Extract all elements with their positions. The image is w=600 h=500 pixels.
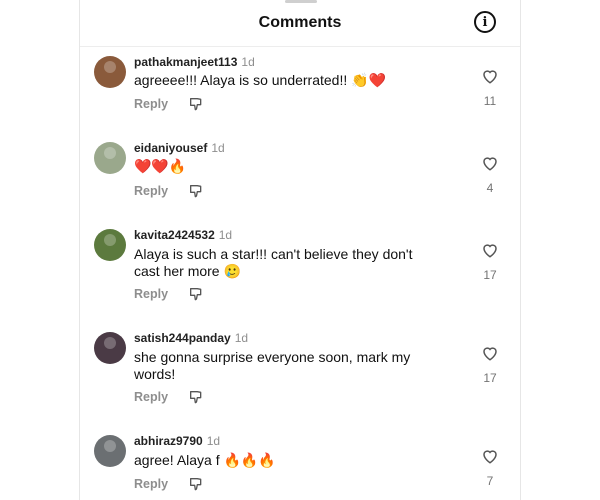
comment-actions: Reply [134, 476, 204, 492]
comment-text: ❤️❤️🔥 [134, 158, 187, 174]
comment-actions: Reply [134, 96, 204, 112]
like-control: 11 [478, 67, 502, 108]
dislike-icon[interactable] [188, 389, 204, 405]
like-count: 17 [483, 371, 497, 385]
background-left [0, 0, 80, 500]
comments-header: Comments i [80, 0, 520, 47]
reply-button[interactable]: Reply [134, 184, 168, 198]
background-right [520, 0, 600, 500]
comment-item: pathakmanjeet113 1d agreeee!!! Alaya is s… [80, 55, 520, 135]
comment-actions: Reply [134, 183, 204, 199]
comment-actions: Reply [134, 286, 204, 302]
info-icon[interactable]: i [474, 11, 496, 33]
avatar[interactable] [94, 229, 126, 261]
reply-button[interactable]: Reply [134, 477, 168, 491]
timestamp: 1d [241, 55, 255, 69]
username[interactable]: abhiraz9790 [134, 434, 203, 448]
comment-text: she gonna surprise everyone soon, mark m… [134, 349, 411, 382]
comment-item: kavita2424532 1d Alaya is such a star!!! … [80, 228, 520, 318]
timestamp: 1d [234, 331, 249, 345]
dislike-icon[interactable] [188, 96, 204, 112]
heart-icon[interactable] [481, 447, 499, 465]
like-count: 17 [483, 268, 497, 282]
comment-item: abhiraz9790 1d agree! Alaya f 🔥🔥🔥 Reply 7 [80, 434, 520, 500]
comment-meta: satish244panday 1d [134, 331, 248, 345]
avatar[interactable] [94, 332, 126, 364]
username[interactable]: eidaniyousef [134, 141, 207, 155]
avatar[interactable] [94, 142, 126, 174]
like-count: 4 [486, 181, 494, 195]
comment-actions: Reply [134, 389, 204, 405]
timestamp: 1d [206, 434, 221, 448]
username[interactable]: pathakmanjeet113 [134, 55, 237, 69]
like-control: 17 [478, 344, 502, 385]
timestamp: 1d [218, 228, 233, 242]
heart-icon[interactable] [481, 344, 499, 362]
comment-item: satish244panday 1d she gonna surprise eve… [80, 331, 520, 421]
username[interactable]: satish244panday [134, 331, 231, 345]
comment-meta: pathakmanjeet113 1d [134, 55, 255, 69]
reply-button[interactable]: Reply [134, 97, 168, 111]
like-control: 7 [478, 447, 502, 488]
comment-text: agreeee!!! Alaya is so underrated!! 👏❤️ [134, 72, 386, 88]
heart-icon[interactable] [481, 154, 499, 172]
like-count: 7 [486, 474, 494, 488]
heart-icon[interactable] [481, 241, 499, 259]
page-title: Comments [258, 14, 342, 31]
avatar[interactable] [94, 435, 126, 467]
comment-meta: eidaniyousef 1d [134, 141, 225, 155]
comment-text: agree! Alaya f 🔥🔥🔥 [134, 452, 276, 468]
avatar[interactable] [94, 56, 126, 88]
comment-meta: abhiraz9790 1d [134, 434, 220, 448]
dislike-icon[interactable] [188, 183, 204, 199]
timestamp: 1d [211, 141, 225, 155]
like-control: 17 [478, 241, 502, 282]
username[interactable]: kavita2424532 [134, 228, 215, 242]
comment-item: eidaniyousef 1d ❤️❤️🔥 Reply 4 [80, 141, 520, 221]
reply-button[interactable]: Reply [134, 390, 168, 404]
like-control: 4 [478, 154, 502, 195]
dislike-icon[interactable] [188, 286, 204, 302]
reply-button[interactable]: Reply [134, 287, 168, 301]
comment-meta: kavita2424532 1d [134, 228, 232, 242]
like-count: 11 [483, 94, 497, 108]
heart-icon[interactable] [481, 67, 499, 85]
dislike-icon[interactable] [188, 476, 204, 492]
comment-text: Alaya is such a star!!! can't believe th… [134, 246, 413, 279]
